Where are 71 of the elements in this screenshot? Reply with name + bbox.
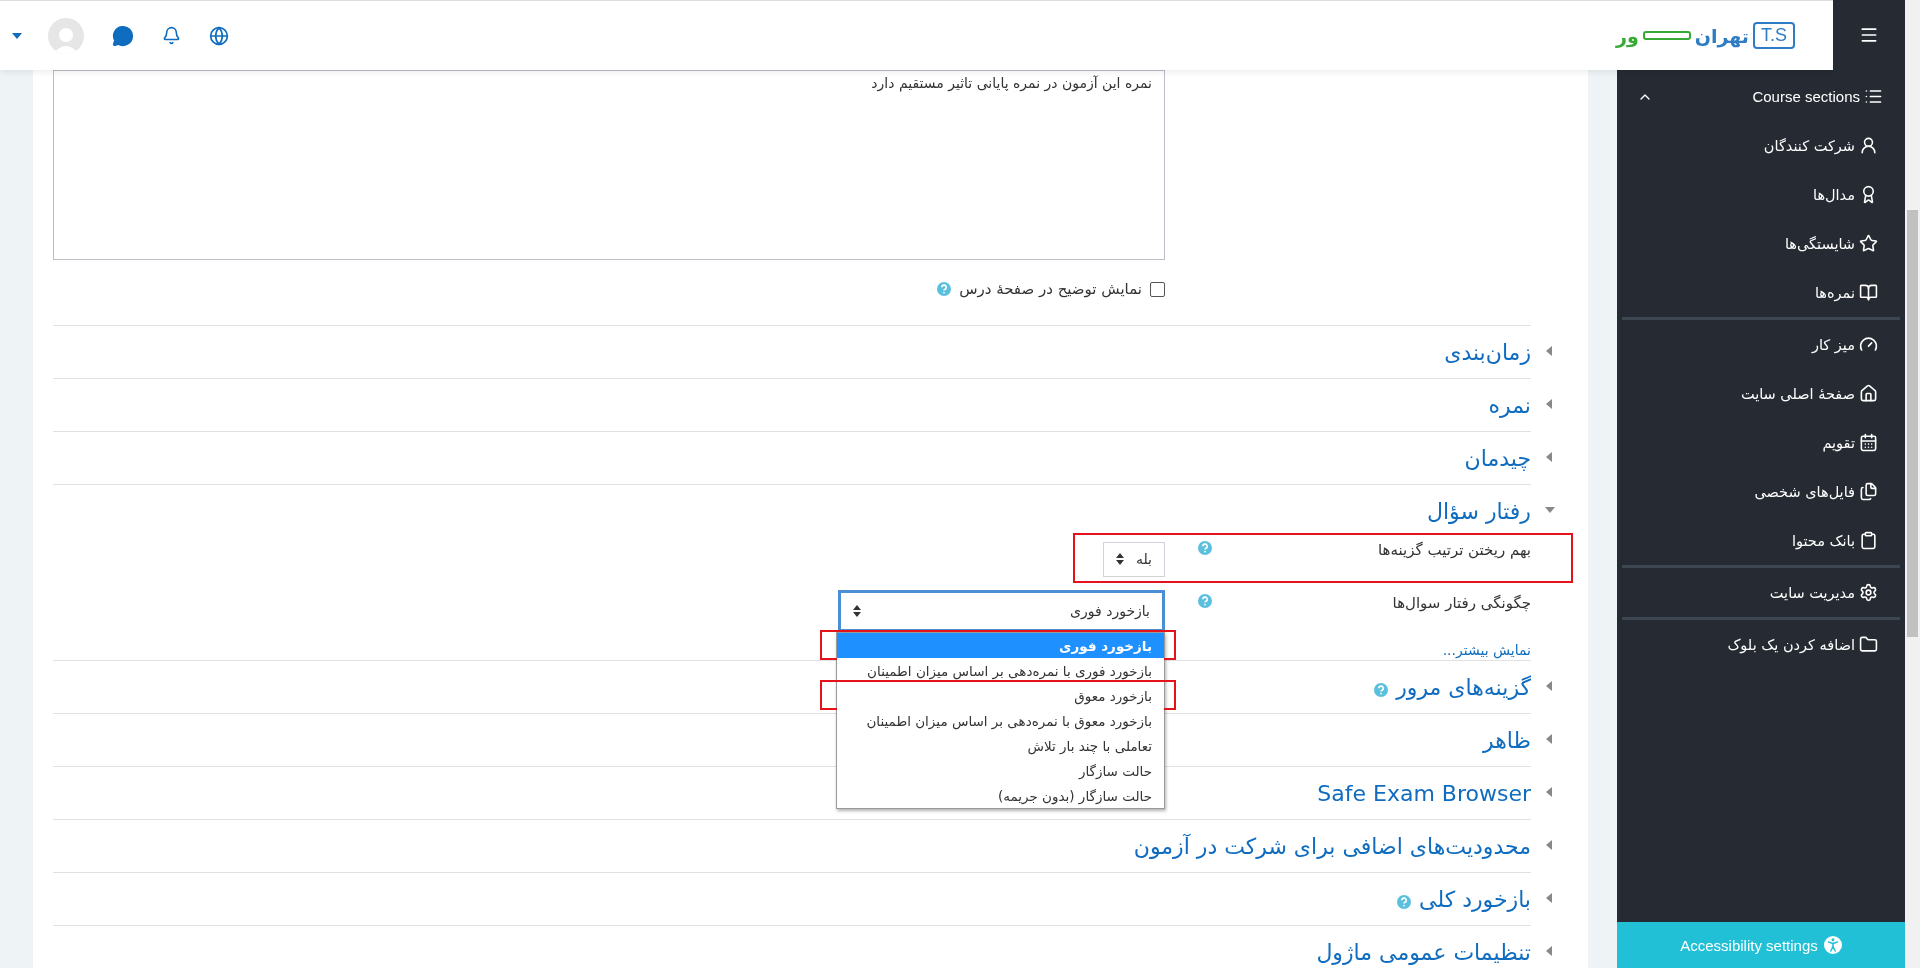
section-title[interactable]: گزینه‌های مرور <box>1396 674 1531 700</box>
field-label: بهم ریختن ترتیب گزینه‌ها <box>1377 540 1531 559</box>
clipboard-icon <box>1859 531 1878 550</box>
caret-icon[interactable] <box>1545 945 1555 957</box>
show-description-checkbox[interactable]: نمایش توضیح در صفحهٔ درس <box>53 278 1165 300</box>
language-icon[interactable] <box>209 25 229 46</box>
dropdown-option[interactable]: حالت سازگار (بدون جریمه) <box>837 783 1164 808</box>
select-field[interactable]: بله <box>1103 541 1165 577</box>
dropdown-option[interactable]: بازخورد معوق با نمره‌دهی بر اساس میزان اطمینان <box>837 708 1164 733</box>
chat-icon[interactable] <box>112 24 134 47</box>
field-label: چگونگی رفتار سوال‌ها <box>1391 593 1531 612</box>
scroll-thumb[interactable] <box>1907 210 1918 637</box>
section-title[interactable]: زمان‌بندی <box>1444 339 1531 365</box>
list-icon <box>1864 87 1883 106</box>
sidebar-item[interactable]: تقویم <box>1622 418 1900 467</box>
sidebar-item[interactable]: فایل‌های شخصی <box>1622 467 1900 516</box>
dropdown-option[interactable]: بازخورد معوق <box>837 683 1164 708</box>
section-title[interactable]: بازخورد کلی <box>1419 886 1531 912</box>
user-icon <box>1859 136 1878 155</box>
sidebar-item[interactable]: شرکت کنندگان <box>1622 121 1900 170</box>
section-title[interactable]: تنظیمات عمومی ماژول <box>1316 939 1531 965</box>
section-title[interactable]: نمره <box>1488 392 1531 418</box>
gauge-icon <box>1859 335 1878 354</box>
sidebar-item[interactable]: نمره‌ها <box>1622 268 1900 317</box>
accessibility-icon <box>1823 936 1842 954</box>
scrollbar[interactable] <box>1905 0 1920 968</box>
caret-icon[interactable] <box>1545 451 1555 463</box>
select-arrows-icon <box>1116 553 1124 565</box>
sidebar-item[interactable]: شایستگی‌ها <box>1622 219 1900 268</box>
show-more-link[interactable]: نمایش بیشتر... <box>1442 642 1531 658</box>
section-title[interactable]: محدودیت‌های اضافی برای شرکت در آزمون <box>1133 833 1531 859</box>
folder-icon <box>1859 635 1878 654</box>
caret-icon[interactable] <box>1545 892 1555 904</box>
book-icon <box>1859 283 1878 302</box>
section-title[interactable]: رفتار سؤال <box>1427 498 1531 524</box>
checkbox-label: نمایش توضیح در صفحهٔ درس <box>959 280 1142 298</box>
help-icon[interactable] <box>1374 683 1389 697</box>
home-icon <box>1859 384 1878 403</box>
caret-icon[interactable] <box>1545 345 1555 357</box>
help-icon[interactable] <box>1198 594 1212 608</box>
caret-icon[interactable] <box>1545 680 1555 692</box>
help-icon[interactable] <box>1198 541 1212 555</box>
section-title[interactable]: Safe Exam Browser <box>1317 780 1531 806</box>
caret-icon[interactable] <box>1545 839 1555 851</box>
dropdown-caret-icon[interactable] <box>12 32 22 39</box>
course-sections-link[interactable]: Course sections <box>1752 87 1883 106</box>
help-icon[interactable] <box>1397 895 1412 909</box>
files-icon <box>1859 482 1878 501</box>
dropdown-option[interactable]: حالت سازگار <box>837 758 1164 783</box>
description-textarea[interactable]: نمره این آزمون در نمره پایانی تاثیر مستقیم دارد <box>53 70 1165 260</box>
checkbox[interactable] <box>1150 281 1165 297</box>
section-title[interactable]: چیدمان <box>1464 445 1531 471</box>
sidebar-item[interactable]: مدیریت سایت <box>1622 568 1900 617</box>
dropdown-option[interactable]: بازخورد فوری با نمره‌دهی بر اساس میزان اطمینان <box>837 658 1164 683</box>
dropdown-option[interactable]: تعاملی با چند بار تلاش <box>837 733 1164 758</box>
star-icon <box>1859 234 1878 253</box>
sidebar-item[interactable]: بانک محتوا <box>1622 516 1900 565</box>
sidebar-item[interactable]: میز کار <box>1622 320 1900 369</box>
calendar-icon <box>1859 433 1878 452</box>
section-title[interactable]: ظاهر <box>1483 727 1531 753</box>
select-field[interactable]: بازخورد فوری <box>838 590 1165 632</box>
settings-icon <box>1859 583 1878 602</box>
select-arrows-icon <box>853 605 861 617</box>
notifications-icon[interactable] <box>162 26 181 45</box>
sidebar-item[interactable]: صفحهٔ اصلی سایت <box>1622 369 1900 418</box>
caret-icon[interactable] <box>1545 398 1555 410</box>
sidebar-item[interactable]: مدال‌ها <box>1622 170 1900 219</box>
caret-icon[interactable] <box>1545 733 1555 745</box>
help-icon[interactable] <box>937 282 952 296</box>
sidebar-item[interactable]: اضافه کردن یک بلوک <box>1622 620 1900 669</box>
caret-icon[interactable] <box>1545 786 1555 798</box>
